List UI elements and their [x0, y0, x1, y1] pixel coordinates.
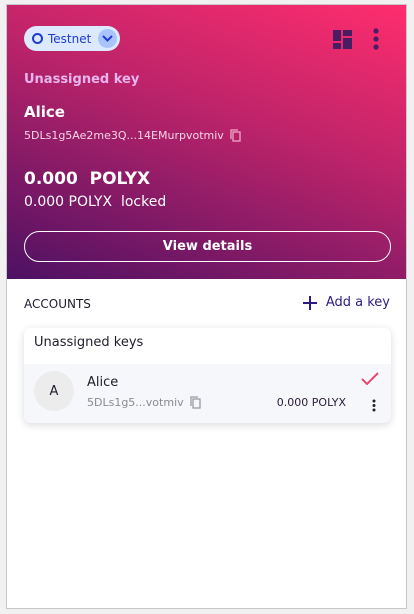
account-menu-icon[interactable] — [372, 399, 376, 412]
network-selector[interactable]: Testnet — [24, 26, 120, 51]
network-label: Testnet — [48, 31, 92, 46]
address-text: 5DLs1g5...votmiv — [87, 396, 184, 409]
more-options-icon[interactable] — [372, 28, 380, 50]
unassigned-keys-card: Unassigned keys A Alice 5DLs1g5...votmiv… — [24, 328, 391, 423]
network-status-icon — [32, 33, 43, 44]
selected-check-icon — [361, 372, 379, 385]
address-text: 5DLs1g5Ae2me3Q...14EMurpvotmiv — [24, 129, 224, 142]
view-details-button[interactable]: View details — [24, 231, 391, 262]
account-header: Testnet Unassigned key Alice 5DLs1g5Ae2m… — [7, 5, 406, 279]
add-key-button[interactable]: Add a key — [302, 295, 390, 310]
add-key-label: Add a key — [325, 295, 390, 310]
account-item-balance: 0.000 POLYX — [276, 396, 346, 409]
account-address: 5DLs1g5Ae2me3Q...14EMurpvotmiv — [24, 129, 241, 142]
balance: 0.000 POLYX — [24, 169, 151, 189]
account-list-item[interactable]: A Alice 5DLs1g5...votmiv 0.000 POLYX — [24, 364, 391, 423]
wallet-window: Testnet Unassigned key Alice 5DLs1g5Ae2m… — [6, 4, 407, 609]
key-type-label: Unassigned key — [24, 72, 140, 87]
copy-icon[interactable] — [189, 396, 201, 409]
plus-icon — [302, 295, 317, 310]
account-name: Alice — [24, 103, 65, 121]
chevron-down-icon[interactable] — [98, 29, 117, 48]
dashboard-icon[interactable] — [333, 30, 352, 49]
account-item-name: Alice — [87, 375, 119, 390]
locked-balance: 0.000 POLYX locked — [24, 194, 167, 210]
group-title: Unassigned keys — [34, 335, 144, 350]
accounts-title: ACCOUNTS — [24, 297, 91, 311]
avatar: A — [34, 371, 74, 411]
copy-icon[interactable] — [230, 129, 241, 142]
account-item-address: 5DLs1g5...votmiv — [87, 396, 201, 409]
